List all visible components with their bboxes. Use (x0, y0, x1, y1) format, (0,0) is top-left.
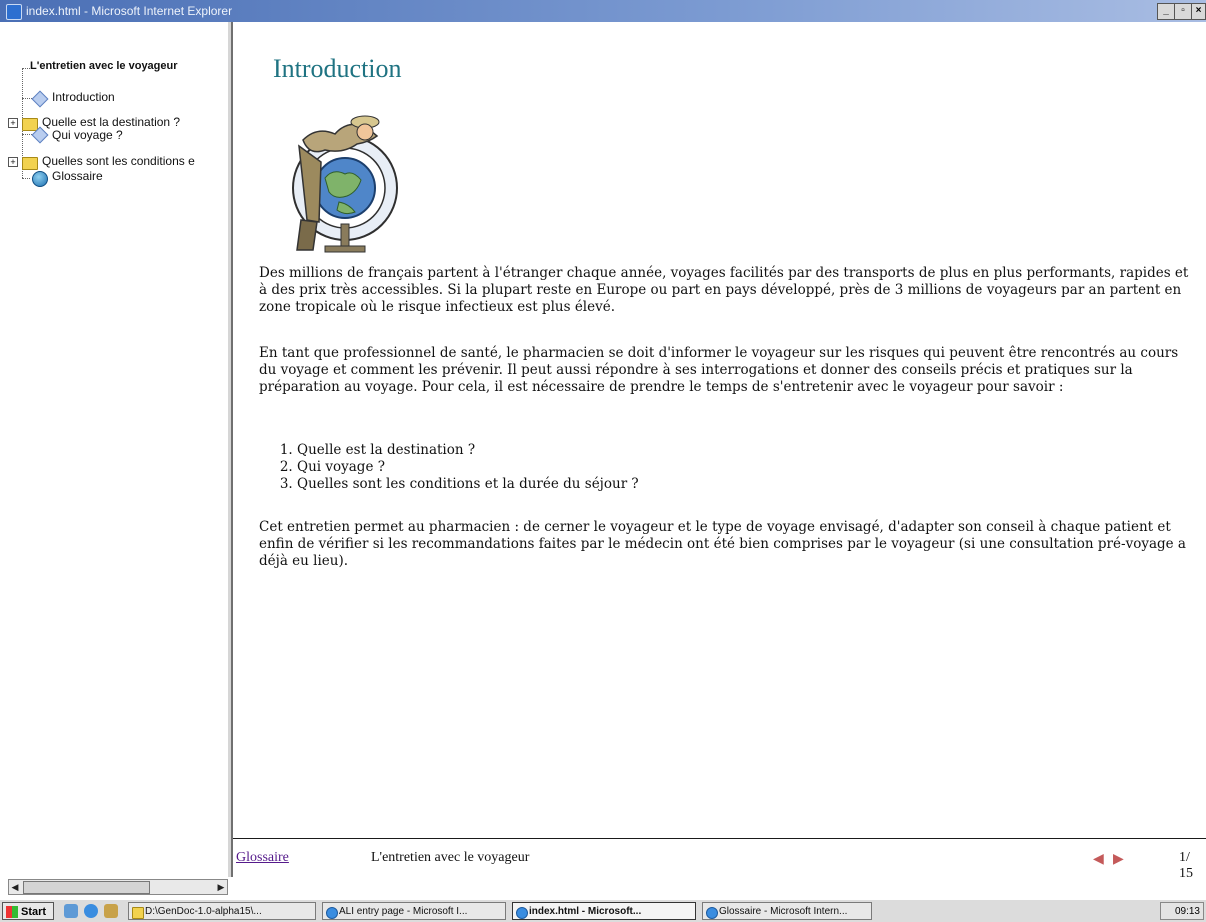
sidebar-item-destination[interactable]: Quelle est la destination ? (42, 115, 180, 129)
quicklaunch-outlook-icon[interactable] (104, 904, 118, 918)
scroll-right-icon[interactable]: ▶ (215, 880, 227, 894)
ie-page-icon (706, 907, 718, 919)
intro-paragraph: Des millions de français partent à l'étr… (259, 265, 1189, 315)
glossary-book-icon (32, 171, 48, 187)
task-label: index.html - Microsoft... (529, 906, 642, 917)
quicklaunch-ie-icon[interactable] (84, 904, 98, 918)
windows-taskbar: Start D:\GenDoc-1.0-alpha15\... ALI entr… (0, 899, 1206, 922)
system-tray: 09:13 (1160, 902, 1204, 920)
start-button[interactable]: Start (2, 902, 54, 920)
taskbar-item-explorer[interactable]: D:\GenDoc-1.0-alpha15\... (128, 902, 316, 920)
task-label: Glossaire - Microsoft Intern... (719, 906, 848, 917)
task-label: D:\GenDoc-1.0-alpha15\... (145, 906, 262, 917)
window-title: index.html - Microsoft Internet Explorer (26, 4, 233, 18)
section-title: L'entretien avec le voyageur (371, 850, 530, 865)
tree-root-label[interactable]: L'entretien avec le voyageur (30, 60, 178, 72)
taskbar-item-ali-entry[interactable]: ALI entry page - Microsoft I... (322, 902, 506, 920)
sidebar-item-conditions[interactable]: Quelles sont les conditions e (42, 154, 195, 168)
footer-nav-bar: Glossaire L'entretien avec le voyageur ◀… (233, 838, 1206, 881)
windows-logo-icon (6, 906, 18, 918)
scrollbar-thumb[interactable] (23, 881, 150, 894)
ie-app-icon (6, 4, 22, 20)
maximize-button[interactable]: ▫ (1174, 3, 1192, 20)
role-paragraph: En tant que professionnel de santé, le p… (259, 345, 1179, 395)
questions-list: Quelle est la destination ? Qui voyage ?… (259, 442, 1097, 493)
content-frame: Introduction Des millions de français pa… (233, 22, 1206, 838)
previous-page-icon[interactable]: ◀ (1093, 851, 1104, 868)
folder-icon (132, 907, 144, 919)
page-diamond-icon (31, 90, 49, 108)
clock: 09:13 (1174, 906, 1200, 917)
conclusion-paragraph: Cet entretien permet au pharmacien : de … (259, 519, 1186, 569)
sidebar-item-glossaire[interactable]: Glossaire (52, 169, 103, 183)
sidebar-item-qui-voyage[interactable]: Qui voyage ? (52, 128, 123, 142)
horizontal-scrollbar[interactable]: ◀ ▶ (8, 879, 228, 895)
sidebar-item-introduction[interactable]: Introduction (52, 90, 115, 104)
navigation-tree-pane: L'entretien avec le voyageur Introductio… (0, 22, 233, 895)
traveller-globe-illustration (292, 115, 398, 253)
window-titlebar[interactable]: index.html - Microsoft Internet Explorer… (0, 0, 1206, 22)
ie-page-icon (516, 907, 528, 919)
tree-connector (22, 68, 30, 69)
page-indicator: 1/ 15 (1179, 850, 1193, 881)
ie-page-icon (326, 907, 338, 919)
close-button[interactable]: × (1191, 3, 1206, 20)
scroll-left-icon[interactable]: ◀ (9, 880, 21, 894)
list-item: Quelle est la destination ? (297, 442, 1097, 459)
quicklaunch-desktop-icon[interactable] (64, 904, 78, 918)
taskbar-item-index[interactable]: index.html - Microsoft... (512, 902, 696, 920)
minimize-button[interactable]: _ (1157, 3, 1175, 20)
expand-plus-icon[interactable]: + (8, 157, 18, 167)
expand-plus-icon[interactable]: + (8, 118, 18, 128)
list-item: Qui voyage ? (297, 459, 1097, 476)
glossary-link[interactable]: Glossaire (236, 850, 289, 866)
taskbar-item-glossaire[interactable]: Glossaire - Microsoft Intern... (702, 902, 872, 920)
folder-icon (22, 157, 38, 170)
tree-connector (22, 178, 30, 179)
list-item: Quelles sont les conditions et la durée … (297, 476, 1097, 493)
next-page-icon[interactable]: ▶ (1113, 851, 1124, 868)
page-title: Introduction (273, 54, 402, 83)
task-label: ALI entry page - Microsoft I... (339, 906, 468, 917)
start-label: Start (21, 906, 47, 918)
